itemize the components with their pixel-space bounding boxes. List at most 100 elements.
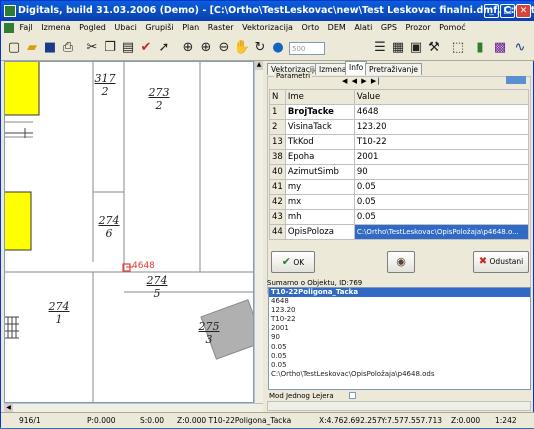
menu-item-prozor[interactable]: Prozor	[406, 23, 431, 32]
row-value[interactable]: 90	[353, 164, 530, 180]
paste-icon[interactable]: ▤	[119, 39, 137, 57]
row-n: 13	[269, 134, 286, 150]
menu-item-vektorizacija[interactable]: Vektorizacija	[242, 23, 293, 32]
table-row[interactable]: 43 mh 0.05	[269, 209, 530, 225]
menu-item-pomoc[interactable]: Pomoć	[439, 23, 466, 32]
table-row[interactable]: 41 my 0.05	[269, 179, 530, 195]
check-icon[interactable]: ✔	[137, 39, 155, 57]
pan-hand-icon[interactable]: ✋	[233, 39, 251, 57]
single-layer-checkbox[interactable]	[349, 392, 356, 399]
row-name: AzimutSimb	[284, 164, 355, 180]
select-icon[interactable]: ⬚	[449, 39, 467, 57]
table-row[interactable]: 44 OpisPoloza C:\Ortho\TestLeskovac\Opis…	[269, 224, 530, 240]
row-value-selected[interactable]: C:\Ortho\TestLeskovac\OpisPoložaja\p4648…	[353, 224, 530, 240]
cancel-button[interactable]: ✖ Odustani	[473, 251, 529, 273]
row-n: 43	[269, 209, 286, 225]
building-yellow-mid	[5, 191, 32, 251]
menu-item-alati[interactable]: Alati	[354, 23, 372, 32]
copy-icon[interactable]: ❐	[101, 39, 119, 57]
map-canvas[interactable]: 317 2 273 2 274 6 274 5 275 3 274 1 4648	[4, 61, 254, 403]
menu-item-fajl[interactable]: Fajl	[20, 23, 33, 32]
menu-bar: Fajl Izmena Pogled Ubaci Grupiši Plan Ra…	[1, 21, 534, 35]
group-label: Parametri	[274, 72, 313, 80]
cut-icon[interactable]: ✂	[83, 39, 101, 57]
zoom-input[interactable]: 500	[289, 42, 325, 55]
curve-icon[interactable]: ∿	[511, 39, 529, 57]
maximize-button[interactable]: □	[500, 4, 515, 18]
open-folder-icon[interactable]: ▰	[23, 39, 41, 57]
menu-item-pogled[interactable]: Pogled	[79, 23, 106, 32]
window-title: Digitals, build 31.03.2006 (Demo) - [C:\…	[18, 5, 534, 16]
pointer-icon[interactable]: ➚	[155, 39, 173, 57]
refresh-icon[interactable]: ↻	[251, 39, 269, 57]
tab-pretrazivanje[interactable]: Pretraživanje	[365, 63, 423, 75]
record-nav-icon[interactable]: ◀ ◀ ▶ ▶|	[342, 77, 381, 85]
zoom-out-icon[interactable]: ⊖	[215, 39, 233, 57]
tab-info[interactable]: Info	[345, 61, 368, 75]
table-row[interactable]: 2 VisinaTack 123.20	[269, 119, 530, 135]
col-header-n: N	[269, 89, 286, 105]
row-value[interactable]: 0.05	[353, 194, 530, 210]
menu-item-gps[interactable]: GPS	[381, 23, 397, 32]
table-icon[interactable]: ▦	[389, 39, 407, 57]
col-header-ime: Ime	[284, 89, 355, 105]
minimize-button[interactable]: _	[484, 4, 499, 18]
save-icon[interactable]: ■	[41, 39, 59, 57]
scroll-left-icon[interactable]: ◀	[4, 404, 13, 412]
single-layer-label: Mod Jednog Lejera	[269, 392, 334, 400]
table-row[interactable]: 38 Epoha 2001	[269, 149, 530, 165]
menu-item-plan[interactable]: Plan	[182, 23, 199, 32]
ok-label: OK	[293, 258, 305, 267]
ok-button[interactable]: ✔ OK	[271, 251, 315, 273]
map-drawing	[5, 62, 253, 402]
panel-scrollbar[interactable]	[267, 401, 531, 411]
traffic-light-icon[interactable]: ▮	[471, 39, 489, 57]
properties-icon[interactable]: ▣	[407, 39, 425, 57]
row-n: 41	[269, 179, 286, 195]
menu-item-ubaci[interactable]: Ubaci	[114, 23, 136, 32]
close-button[interactable]: ✕	[516, 4, 531, 18]
table-row[interactable]: 1 BrojTacke 4648	[269, 104, 530, 120]
summary-line: C:\Ortho\TestLeskovac\OpisPoložaja\p4648…	[271, 369, 435, 378]
row-n: 1	[269, 104, 286, 120]
title-bar[interactable]: Digitals, build 31.03.2006 (Demo) - [C:\…	[1, 1, 534, 21]
table-row[interactable]: 42 mx 0.05	[269, 194, 530, 210]
grid-menu-icon[interactable]	[506, 76, 526, 84]
zoom-in-icon[interactable]: ⊕	[197, 39, 215, 57]
raster-icon[interactable]: ▩	[491, 39, 509, 57]
map-horizontal-scrollbar[interactable]: ◀	[4, 403, 263, 412]
parcel-label-273-2: 273 2	[148, 86, 170, 112]
app-icon[interactable]	[4, 5, 16, 17]
parcel-label-275-3: 275 3	[198, 320, 220, 346]
row-value[interactable]: 0.05	[353, 209, 530, 225]
new-file-icon[interactable]: ▢	[5, 39, 23, 57]
row-value[interactable]: 2001	[353, 149, 530, 165]
menu-item-orto[interactable]: Orto	[301, 23, 319, 32]
row-value[interactable]: T10-22	[353, 134, 530, 150]
eye-button[interactable]: ◉	[387, 251, 415, 273]
table-row[interactable]: 40 AzimutSimb 90	[269, 164, 530, 180]
menu-item-dem[interactable]: DEM	[328, 23, 346, 32]
print-icon[interactable]: ⎙	[59, 39, 77, 57]
layers-icon[interactable]: ☰	[371, 39, 389, 57]
cancel-label: Odustani	[489, 257, 524, 266]
parcel-label-274-5: 274 5	[146, 274, 168, 300]
scroll-up-icon[interactable]: ▲	[255, 61, 263, 70]
menu-item-raster[interactable]: Raster	[208, 23, 234, 32]
info-icon[interactable]: ●	[269, 39, 287, 57]
summary-line: 0.05	[271, 342, 287, 351]
menu-item-grupisi[interactable]: Grupiši	[145, 23, 173, 32]
row-value[interactable]: 123.20	[353, 119, 530, 135]
table-header-row: N Ime Value	[269, 89, 530, 105]
tools-icon[interactable]: ⚒	[425, 39, 443, 57]
status-bar: 916/1 P:0.000 S:0.00 Z:0.000 T10-22Polig…	[1, 412, 534, 428]
row-value[interactable]: 0.05	[353, 179, 530, 195]
summary-box[interactable]: T10-22Poligona_Tacka 4648 123.20 T10-22 …	[268, 287, 531, 390]
summary-line: 0.05	[271, 360, 287, 369]
zoom-window-icon[interactable]: ⊕	[179, 39, 197, 57]
parcel-label-274-1: 274 1	[48, 300, 70, 326]
row-value[interactable]: 4648	[353, 104, 530, 120]
table-row[interactable]: 13 TkKod T10-22	[269, 134, 530, 150]
menu-item-izmena[interactable]: Izmena	[41, 23, 70, 32]
map-vertical-scrollbar[interactable]: ▲	[254, 61, 263, 403]
